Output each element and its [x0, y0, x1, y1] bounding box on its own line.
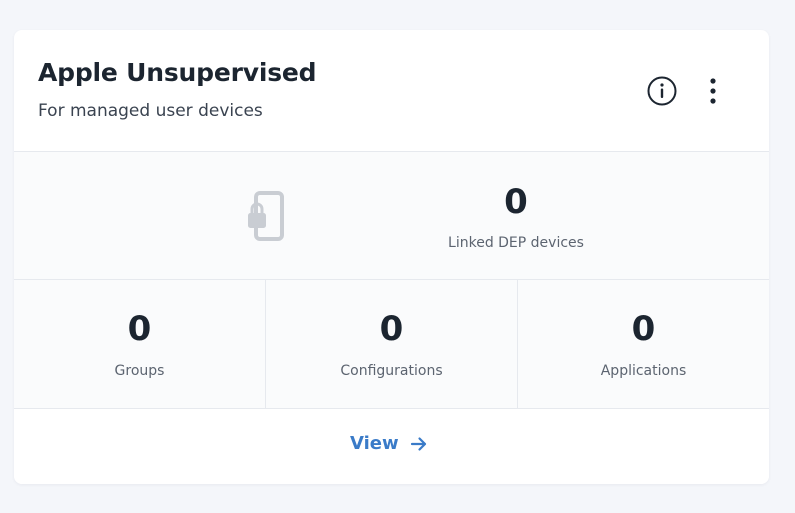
info-circle-icon	[647, 76, 677, 106]
stat-applications-label: Applications	[600, 363, 687, 379]
locked-phone-icon	[248, 191, 284, 241]
stat-groups-label: Groups	[114, 363, 165, 379]
card-title: Apple Unsupervised	[38, 58, 317, 87]
more-options-button[interactable]	[698, 75, 728, 107]
stat-applications: 0 Applications	[517, 280, 769, 408]
view-link-label: View	[350, 433, 399, 454]
info-button[interactable]	[646, 75, 678, 107]
more-vertical-icon	[710, 78, 716, 104]
linked-dep-devices-label: Linked DEP devices	[448, 235, 584, 251]
card-body: 0 Linked DEP devices 0 Groups 0 Configur…	[14, 152, 769, 409]
linked-dep-devices-count: 0	[504, 182, 528, 222]
stat-configurations: 0 Configurations	[265, 280, 517, 408]
arrow-right-icon	[410, 436, 426, 451]
stat-configurations-label: Configurations	[340, 363, 443, 379]
stat-groups-value: 0	[127, 309, 152, 349]
stat-groups: 0 Groups	[14, 280, 265, 408]
linked-dep-devices-section: 0 Linked DEP devices	[14, 152, 769, 280]
profile-card: Apple Unsupervised For managed user devi…	[14, 30, 769, 484]
card-subtitle: For managed user devices	[38, 101, 263, 121]
view-link[interactable]: View	[350, 433, 429, 454]
stats-row: 0 Groups 0 Configurations 0 Applications	[14, 280, 769, 409]
stat-configurations-value: 0	[379, 309, 404, 349]
stat-applications-value: 0	[631, 309, 656, 349]
card-header: Apple Unsupervised For managed user devi…	[14, 30, 769, 152]
card-footer: View	[14, 409, 769, 484]
